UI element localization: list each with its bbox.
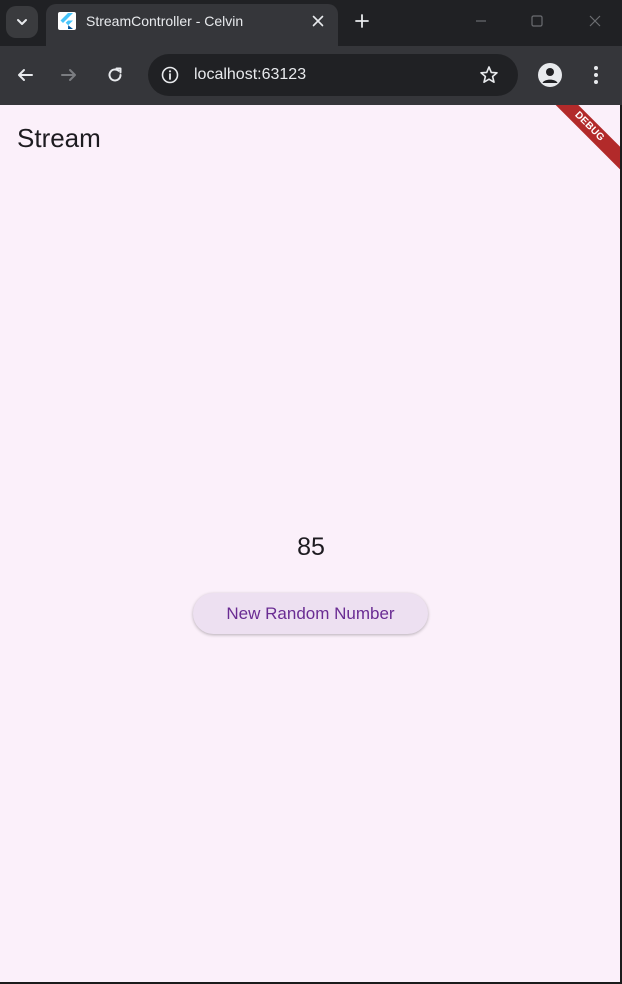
address-bar[interactable]: localhost:63123 xyxy=(148,54,518,96)
tab-strip: StreamController - Celvin xyxy=(0,0,622,46)
new-tab-button[interactable] xyxy=(350,9,374,33)
reload-icon xyxy=(108,67,122,82)
minimize-icon xyxy=(476,20,486,22)
info-icon xyxy=(161,66,179,84)
browser-toolbar: localhost:63123 xyxy=(0,46,622,105)
arrow-right-icon xyxy=(61,69,76,81)
window-close-button[interactable] xyxy=(584,10,606,32)
debug-banner: DEBUG xyxy=(537,105,620,179)
page-title: Stream xyxy=(17,123,101,153)
tab-close-button[interactable] xyxy=(308,11,328,31)
kebab-menu-icon xyxy=(594,66,598,84)
random-number-display: 85 xyxy=(297,533,325,561)
new-random-number-button[interactable]: New Random Number xyxy=(193,593,428,634)
arrow-left-icon xyxy=(18,69,33,81)
app-page: Stream DEBUG 85 New Random Number xyxy=(0,105,622,984)
close-icon xyxy=(312,15,324,27)
bookmark-button[interactable] xyxy=(478,64,500,86)
plus-icon xyxy=(355,14,369,28)
close-icon xyxy=(589,15,601,27)
chevron-down-icon xyxy=(17,19,27,25)
tab-active[interactable]: StreamController - Celvin xyxy=(46,4,338,46)
profile-button[interactable] xyxy=(538,63,562,87)
tab-search-button[interactable] xyxy=(6,6,38,38)
back-button[interactable] xyxy=(12,62,38,88)
maximize-icon xyxy=(531,15,543,27)
minimize-button[interactable] xyxy=(470,10,492,32)
flutter-icon xyxy=(58,12,76,30)
browser-menu-button[interactable] xyxy=(584,62,608,88)
maximize-button[interactable] xyxy=(526,10,548,32)
site-info-button[interactable] xyxy=(160,65,180,85)
address-url[interactable]: localhost:63123 xyxy=(194,66,306,84)
forward-button[interactable] xyxy=(56,62,82,88)
person-icon xyxy=(542,68,558,83)
star-icon xyxy=(480,66,498,83)
reload-button[interactable] xyxy=(102,62,128,88)
browser-window: StreamController - Celvin localhost:6312… xyxy=(0,0,622,984)
tab-title: StreamController - Celvin xyxy=(86,13,244,29)
